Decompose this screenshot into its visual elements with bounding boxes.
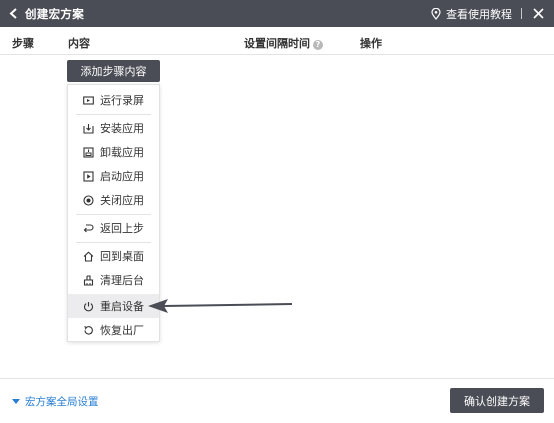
menu-item-label: 清理后台 <box>100 274 144 287</box>
chevron-left-icon <box>9 8 17 19</box>
menu-item-label: 回到桌面 <box>100 250 144 263</box>
menu-item-label: 安装应用 <box>100 122 144 135</box>
add-step-button[interactable]: 添加步骤内容 <box>67 60 160 82</box>
launch-app-icon <box>82 170 94 182</box>
menu-divider <box>76 242 151 243</box>
menu-item-uninstall-app[interactable]: 卸载应用 <box>68 140 159 164</box>
tutorial-label: 查看使用教程 <box>446 7 512 21</box>
title-bar: 创建宏方案 查看使用教程 <box>0 0 554 27</box>
location-pin-icon <box>431 7 441 20</box>
tutorial-link[interactable]: 查看使用教程 <box>431 6 512 22</box>
column-interval-label: 设置间隔时间 <box>244 37 310 50</box>
menu-item-record-screen[interactable]: 运行录屏 <box>68 88 159 112</box>
global-settings-link[interactable]: 宏方案全局设置 <box>12 394 99 409</box>
menu-item-back-step[interactable]: 返回上步 <box>68 216 159 240</box>
factory-reset-icon <box>82 324 94 336</box>
table-header: 步骤 内容 设置间隔时间? 操作 <box>0 27 554 55</box>
menu-item-launch-app[interactable]: 启动应用 <box>68 164 159 188</box>
back-button[interactable] <box>0 0 18 27</box>
clean-background-icon <box>82 274 94 286</box>
global-settings-label: 宏方案全局设置 <box>25 396 99 408</box>
close-app-icon <box>82 194 94 206</box>
title-separator <box>521 8 522 19</box>
menu-item-home[interactable]: 回到桌面 <box>68 244 159 268</box>
footer: 宏方案全局设置 确认创建方案 <box>0 378 554 423</box>
power-icon <box>82 300 94 312</box>
menu-item-label: 卸载应用 <box>100 146 144 159</box>
menu-item-label: 重启设备 <box>100 300 144 313</box>
home-icon <box>82 250 94 262</box>
confirm-create-button[interactable]: 确认创建方案 <box>450 388 544 413</box>
column-step: 步骤 <box>12 37 34 50</box>
close-button[interactable] <box>532 8 544 20</box>
close-icon <box>532 8 544 19</box>
annotation-arrow-icon <box>148 299 293 313</box>
window-title: 创建宏方案 <box>25 6 84 21</box>
column-action: 操作 <box>360 37 382 50</box>
menu-item-factory-reset[interactable]: 恢复出厂 <box>68 318 159 342</box>
help-icon[interactable]: ? <box>313 40 323 50</box>
menu-item-label: 启动应用 <box>100 170 144 183</box>
column-interval: 设置间隔时间? <box>244 35 323 51</box>
back-step-icon <box>82 222 94 234</box>
uninstall-app-icon <box>82 146 94 158</box>
menu-item-clean-background[interactable]: 清理后台 <box>68 268 159 292</box>
menu-divider <box>76 114 151 115</box>
triangle-down-icon <box>12 399 20 404</box>
menu-divider <box>76 214 151 215</box>
menu-item-label: 关闭应用 <box>100 194 144 207</box>
install-app-icon <box>82 122 94 134</box>
menu-item-close-app[interactable]: 关闭应用 <box>68 188 159 212</box>
menu-item-install-app[interactable]: 安装应用 <box>68 116 159 140</box>
menu-item-label: 返回上步 <box>100 222 144 235</box>
menu-item-label: 恢复出厂 <box>100 324 144 337</box>
menu-item-label: 运行录屏 <box>100 94 144 107</box>
record-screen-icon <box>82 94 94 106</box>
column-content: 内容 <box>68 37 90 50</box>
